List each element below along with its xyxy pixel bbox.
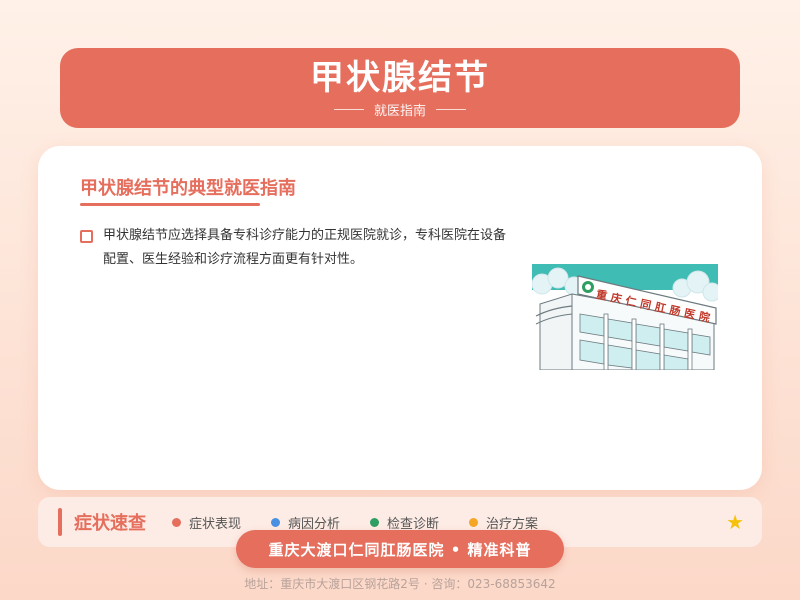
legend-item-symptoms[interactable]: 症状表现: [172, 513, 241, 532]
legend-label: 治疗方案: [486, 516, 539, 532]
legend-label: 检查诊断: [387, 516, 440, 532]
checkbox-icon: [80, 230, 93, 243]
page-header: 甲状腺结节 就医指南: [60, 48, 740, 128]
legend-item-causes[interactable]: 病因分析: [271, 513, 340, 532]
legend-label: 症状表现: [189, 516, 242, 532]
subtitle-divider-right: [436, 108, 466, 110]
dot-icon: [271, 517, 281, 527]
page-subtitle: 就医指南: [373, 103, 426, 119]
dot-icon: [172, 517, 181, 527]
dot-icon: [370, 517, 380, 527]
legend-item-diagnosis[interactable]: 检查诊断: [370, 513, 439, 532]
page-title: 甲状腺结节: [310, 57, 490, 98]
content-card: 甲状腺结节的典型就医指南 甲状腺结节应选择具备专科诊疗能力的正规医院就诊，专科医…: [38, 146, 762, 490]
legend-label: 病因分析: [288, 516, 341, 532]
bar-title: 症状速查: [74, 513, 146, 534]
bullet-text: 甲状腺结节应选择具备专科诊疗能力的正规医院就诊，专科医院在设备配置、医生经验和诊…: [103, 228, 507, 267]
brand-pill: 重庆大渡口仁同肛肠医院 • 精准科普: [236, 530, 564, 568]
bullet-item: 甲状腺结节应选择具备专科诊疗能力的正规医院就诊，专科医院在设备配置、医生经验和诊…: [80, 228, 510, 272]
card-title: 甲状腺结节的典型就医指南: [80, 178, 296, 199]
dot-icon: [469, 517, 479, 527]
bar-accent: [58, 508, 62, 536]
page-subtitle-row: 就医指南: [333, 100, 466, 119]
footer-address: 地址：重庆市大渡口区钢花路2号 · 咨询：023-68853642: [244, 577, 556, 591]
star-icon[interactable]: ★: [726, 510, 744, 534]
card-title-underline: [80, 203, 260, 206]
subtitle-divider-left: [333, 108, 364, 110]
legend-item-treatment[interactable]: 治疗方案: [469, 513, 538, 532]
